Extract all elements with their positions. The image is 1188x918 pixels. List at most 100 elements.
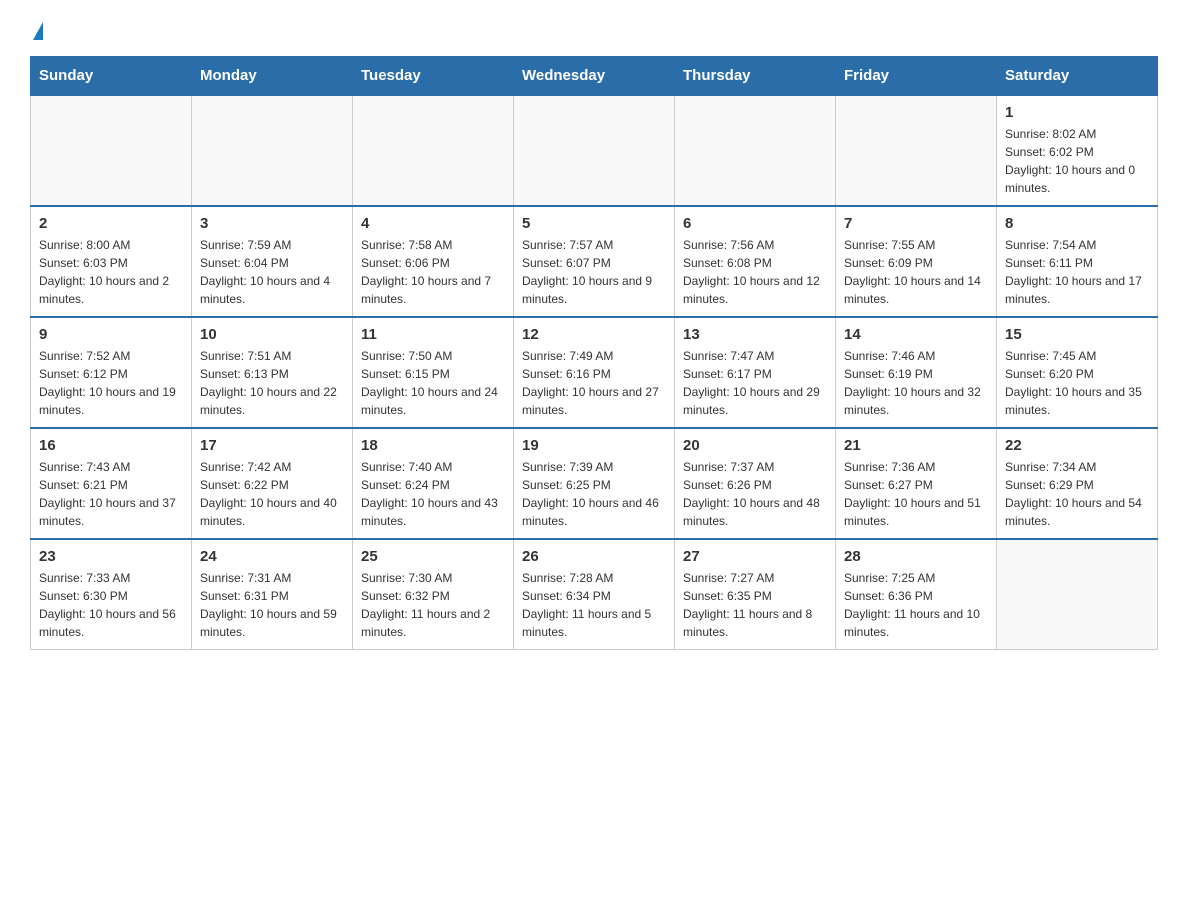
calendar-cell: 2 Sunrise: 8:00 AM Sunset: 6:03 PM Daylig…	[31, 206, 192, 317]
day-number: 19	[522, 437, 666, 454]
weekday-header-thursday: Thursday	[675, 57, 836, 96]
day-info: Sunrise: 7:30 AM Sunset: 6:32 PM Dayligh…	[361, 569, 505, 641]
calendar-cell: 7 Sunrise: 7:55 AM Sunset: 6:09 PM Daylig…	[836, 206, 997, 317]
calendar-cell: 9 Sunrise: 7:52 AM Sunset: 6:12 PM Daylig…	[31, 317, 192, 428]
weekday-header-wednesday: Wednesday	[514, 57, 675, 96]
week-row-2: 9 Sunrise: 7:52 AM Sunset: 6:12 PM Daylig…	[31, 317, 1158, 428]
day-number: 15	[1005, 326, 1149, 343]
day-info: Sunrise: 7:56 AM Sunset: 6:08 PM Dayligh…	[683, 236, 827, 308]
day-info: Sunrise: 7:36 AM Sunset: 6:27 PM Dayligh…	[844, 458, 988, 530]
day-number: 16	[39, 437, 183, 454]
day-number: 26	[522, 548, 666, 565]
calendar-cell: 13 Sunrise: 7:47 AM Sunset: 6:17 PM Dayli…	[675, 317, 836, 428]
day-info: Sunrise: 7:51 AM Sunset: 6:13 PM Dayligh…	[200, 347, 344, 419]
calendar-cell: 18 Sunrise: 7:40 AM Sunset: 6:24 PM Dayli…	[353, 428, 514, 539]
day-number: 25	[361, 548, 505, 565]
day-number: 23	[39, 548, 183, 565]
day-number: 20	[683, 437, 827, 454]
logo	[30, 20, 45, 40]
weekday-header-saturday: Saturday	[997, 57, 1158, 96]
day-info: Sunrise: 7:49 AM Sunset: 6:16 PM Dayligh…	[522, 347, 666, 419]
day-number: 11	[361, 326, 505, 343]
weekday-header-friday: Friday	[836, 57, 997, 96]
calendar-cell	[675, 95, 836, 206]
calendar-cell: 21 Sunrise: 7:36 AM Sunset: 6:27 PM Dayli…	[836, 428, 997, 539]
day-info: Sunrise: 7:52 AM Sunset: 6:12 PM Dayligh…	[39, 347, 183, 419]
calendar-cell: 12 Sunrise: 7:49 AM Sunset: 6:16 PM Dayli…	[514, 317, 675, 428]
day-info: Sunrise: 7:27 AM Sunset: 6:35 PM Dayligh…	[683, 569, 827, 641]
day-number: 17	[200, 437, 344, 454]
day-number: 28	[844, 548, 988, 565]
day-info: Sunrise: 7:40 AM Sunset: 6:24 PM Dayligh…	[361, 458, 505, 530]
day-number: 10	[200, 326, 344, 343]
day-info: Sunrise: 7:47 AM Sunset: 6:17 PM Dayligh…	[683, 347, 827, 419]
calendar-cell	[997, 539, 1158, 650]
day-info: Sunrise: 7:37 AM Sunset: 6:26 PM Dayligh…	[683, 458, 827, 530]
week-row-3: 16Sunrise: 7:43 AM Sunset: 6:21 PM Dayli…	[31, 428, 1158, 539]
day-number: 18	[361, 437, 505, 454]
calendar-cell: 11 Sunrise: 7:50 AM Sunset: 6:15 PM Dayli…	[353, 317, 514, 428]
day-number: 9	[39, 326, 183, 343]
day-number: 6	[683, 215, 827, 232]
calendar-cell: 20 Sunrise: 7:37 AM Sunset: 6:26 PM Dayli…	[675, 428, 836, 539]
calendar-cell: 8Sunrise: 7:54 AM Sunset: 6:11 PM Daylig…	[997, 206, 1158, 317]
weekday-header-tuesday: Tuesday	[353, 57, 514, 96]
day-info: Sunrise: 7:42 AM Sunset: 6:22 PM Dayligh…	[200, 458, 344, 530]
calendar-table: SundayMondayTuesdayWednesdayThursdayFrid…	[30, 56, 1158, 650]
day-info: Sunrise: 7:33 AM Sunset: 6:30 PM Dayligh…	[39, 569, 183, 641]
weekday-header-sunday: Sunday	[31, 57, 192, 96]
calendar-cell: 4 Sunrise: 7:58 AM Sunset: 6:06 PM Daylig…	[353, 206, 514, 317]
day-info: Sunrise: 7:39 AM Sunset: 6:25 PM Dayligh…	[522, 458, 666, 530]
calendar-cell	[836, 95, 997, 206]
calendar-cell: 10 Sunrise: 7:51 AM Sunset: 6:13 PM Dayli…	[192, 317, 353, 428]
calendar-cell: 28Sunrise: 7:25 AM Sunset: 6:36 PM Dayli…	[836, 539, 997, 650]
day-number: 24	[200, 548, 344, 565]
calendar-cell: 5 Sunrise: 7:57 AM Sunset: 6:07 PM Daylig…	[514, 206, 675, 317]
calendar-cell: 19 Sunrise: 7:39 AM Sunset: 6:25 PM Dayli…	[514, 428, 675, 539]
calendar-cell: 6 Sunrise: 7:56 AM Sunset: 6:08 PM Daylig…	[675, 206, 836, 317]
day-number: 5	[522, 215, 666, 232]
page-header	[30, 20, 1158, 40]
day-number: 3	[200, 215, 344, 232]
calendar-cell: 23 Sunrise: 7:33 AM Sunset: 6:30 PM Dayli…	[31, 539, 192, 650]
week-row-4: 23 Sunrise: 7:33 AM Sunset: 6:30 PM Dayli…	[31, 539, 1158, 650]
week-row-0: 1Sunrise: 8:02 AM Sunset: 6:02 PM Daylig…	[31, 95, 1158, 206]
day-info: Sunrise: 7:31 AM Sunset: 6:31 PM Dayligh…	[200, 569, 344, 641]
day-number: 12	[522, 326, 666, 343]
day-number: 7	[844, 215, 988, 232]
day-info: Sunrise: 7:55 AM Sunset: 6:09 PM Dayligh…	[844, 236, 988, 308]
day-info: Sunrise: 7:58 AM Sunset: 6:06 PM Dayligh…	[361, 236, 505, 308]
calendar-cell: 22 Sunrise: 7:34 AM Sunset: 6:29 PM Dayli…	[997, 428, 1158, 539]
day-info: Sunrise: 7:57 AM Sunset: 6:07 PM Dayligh…	[522, 236, 666, 308]
day-number: 21	[844, 437, 988, 454]
day-number: 27	[683, 548, 827, 565]
day-number: 13	[683, 326, 827, 343]
calendar-cell: 15 Sunrise: 7:45 AM Sunset: 6:20 PM Dayli…	[997, 317, 1158, 428]
calendar-cell: 16Sunrise: 7:43 AM Sunset: 6:21 PM Dayli…	[31, 428, 192, 539]
day-number: 22	[1005, 437, 1149, 454]
calendar-cell: 26 Sunrise: 7:28 AM Sunset: 6:34 PM Dayli…	[514, 539, 675, 650]
day-info: Sunrise: 7:50 AM Sunset: 6:15 PM Dayligh…	[361, 347, 505, 419]
calendar-cell: 24 Sunrise: 7:31 AM Sunset: 6:31 PM Dayli…	[192, 539, 353, 650]
day-info: Sunrise: 7:59 AM Sunset: 6:04 PM Dayligh…	[200, 236, 344, 308]
calendar-cell: 17 Sunrise: 7:42 AM Sunset: 6:22 PM Dayli…	[192, 428, 353, 539]
calendar-cell: 1Sunrise: 8:02 AM Sunset: 6:02 PM Daylig…	[997, 95, 1158, 206]
calendar-cell	[353, 95, 514, 206]
day-number: 1	[1005, 104, 1149, 121]
calendar-cell: 3 Sunrise: 7:59 AM Sunset: 6:04 PM Daylig…	[192, 206, 353, 317]
calendar-cell	[31, 95, 192, 206]
day-number: 14	[844, 326, 988, 343]
weekday-header-monday: Monday	[192, 57, 353, 96]
logo-triangle-icon	[33, 22, 43, 40]
day-info: Sunrise: 7:54 AM Sunset: 6:11 PM Dayligh…	[1005, 236, 1149, 308]
week-row-1: 2 Sunrise: 8:00 AM Sunset: 6:03 PM Daylig…	[31, 206, 1158, 317]
calendar-cell: 25 Sunrise: 7:30 AM Sunset: 6:32 PM Dayli…	[353, 539, 514, 650]
day-info: Sunrise: 7:45 AM Sunset: 6:20 PM Dayligh…	[1005, 347, 1149, 419]
day-info: Sunrise: 8:00 AM Sunset: 6:03 PM Dayligh…	[39, 236, 183, 308]
day-info: Sunrise: 7:34 AM Sunset: 6:29 PM Dayligh…	[1005, 458, 1149, 530]
day-number: 2	[39, 215, 183, 232]
calendar-cell	[514, 95, 675, 206]
day-info: Sunrise: 7:28 AM Sunset: 6:34 PM Dayligh…	[522, 569, 666, 641]
calendar-cell: 14Sunrise: 7:46 AM Sunset: 6:19 PM Dayli…	[836, 317, 997, 428]
day-number: 4	[361, 215, 505, 232]
